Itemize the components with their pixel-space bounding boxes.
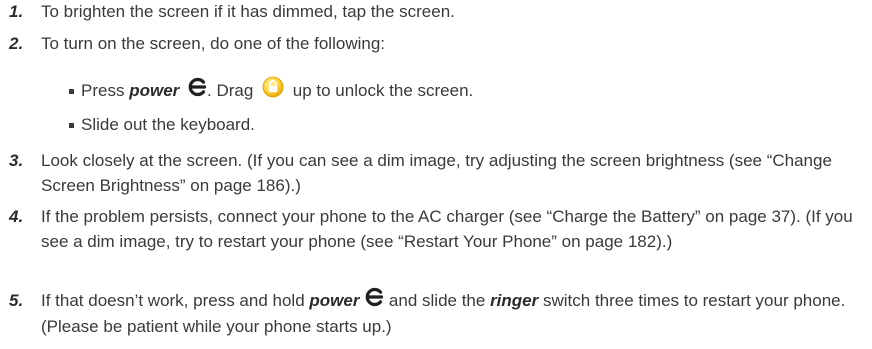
bullet-text-rest: up to unlock the screen. — [292, 81, 474, 100]
power-icon — [187, 77, 207, 104]
bullet-marker — [69, 89, 74, 94]
bullet-text-drag: . Drag — [207, 81, 254, 100]
step-number: 1. — [9, 2, 24, 21]
power-key-name: power — [129, 81, 180, 100]
bullet-text-press: Press — [81, 81, 125, 100]
step-text-a: If that doesn’t work, press and hold — [41, 291, 305, 310]
power-key-name: power — [309, 291, 360, 310]
ringer-switch-name: ringer — [490, 291, 539, 310]
power-icon — [364, 287, 384, 314]
step-text: If that doesn’t work, press and hold pow… — [41, 287, 866, 339]
step-text-b: and slide the — [388, 291, 486, 310]
step-number: 4. — [9, 207, 24, 226]
step-number: 2. — [9, 34, 24, 53]
step-number: 3. — [9, 151, 24, 170]
step-text: If the problem persists, connect your ph… — [41, 207, 853, 251]
unlock-icon — [262, 76, 284, 105]
step-text: Look closely at the screen. (If you can … — [41, 151, 832, 195]
step-text: To turn on the screen, do one of the fol… — [41, 34, 386, 53]
step-number: 5. — [9, 291, 24, 310]
bullet-marker — [69, 123, 74, 128]
bullet-text: Slide out the keyboard. — [81, 115, 255, 134]
step-text: To brighten the screen if it has dimmed,… — [41, 2, 455, 21]
